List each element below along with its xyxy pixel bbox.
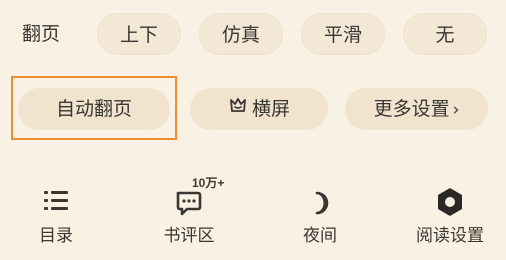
comment-icon: 10万+ xyxy=(139,176,239,222)
nav-comments[interactable]: 10万+ 书评区 xyxy=(139,176,239,260)
page-turn-label: 翻页 xyxy=(22,23,61,45)
list-icon xyxy=(6,180,106,222)
page-turn-option-none[interactable]: 无 xyxy=(403,13,487,55)
nav-reading-settings[interactable]: 阅读设置 xyxy=(400,180,500,260)
page-turn-row: 翻页 上下 仿真 平滑 无 xyxy=(0,13,506,55)
auto-page-highlight xyxy=(11,76,177,140)
nav-catalog-label: 目录 xyxy=(39,226,73,246)
comments-count-badge: 10万+ xyxy=(192,176,225,190)
moon-icon xyxy=(270,180,370,222)
more-settings-label: 更多设置 xyxy=(373,98,450,120)
landscape-label: 横屏 xyxy=(251,98,290,120)
crown-icon xyxy=(228,87,248,129)
page-turn-option-smooth[interactable]: 平滑 xyxy=(301,13,385,55)
nav-reading-settings-label: 阅读设置 xyxy=(416,226,484,246)
nav-night-label: 夜间 xyxy=(303,226,337,246)
landscape-button[interactable]: 横屏 xyxy=(190,88,328,130)
hexagon-icon xyxy=(400,180,500,222)
page-turn-option-simulation[interactable]: 仿真 xyxy=(199,13,283,55)
page-turn-option-updown[interactable]: 上下 xyxy=(97,13,181,55)
nav-comments-label: 书评区 xyxy=(163,226,215,246)
bottom-nav: 目录 10万+ 书评区 夜间 阅读设置 xyxy=(0,176,506,260)
chevron-right-icon: › xyxy=(452,100,460,120)
more-settings-button[interactable]: 更多设置 › xyxy=(345,88,488,130)
nav-catalog[interactable]: 目录 xyxy=(6,180,106,260)
nav-night[interactable]: 夜间 xyxy=(270,180,370,260)
